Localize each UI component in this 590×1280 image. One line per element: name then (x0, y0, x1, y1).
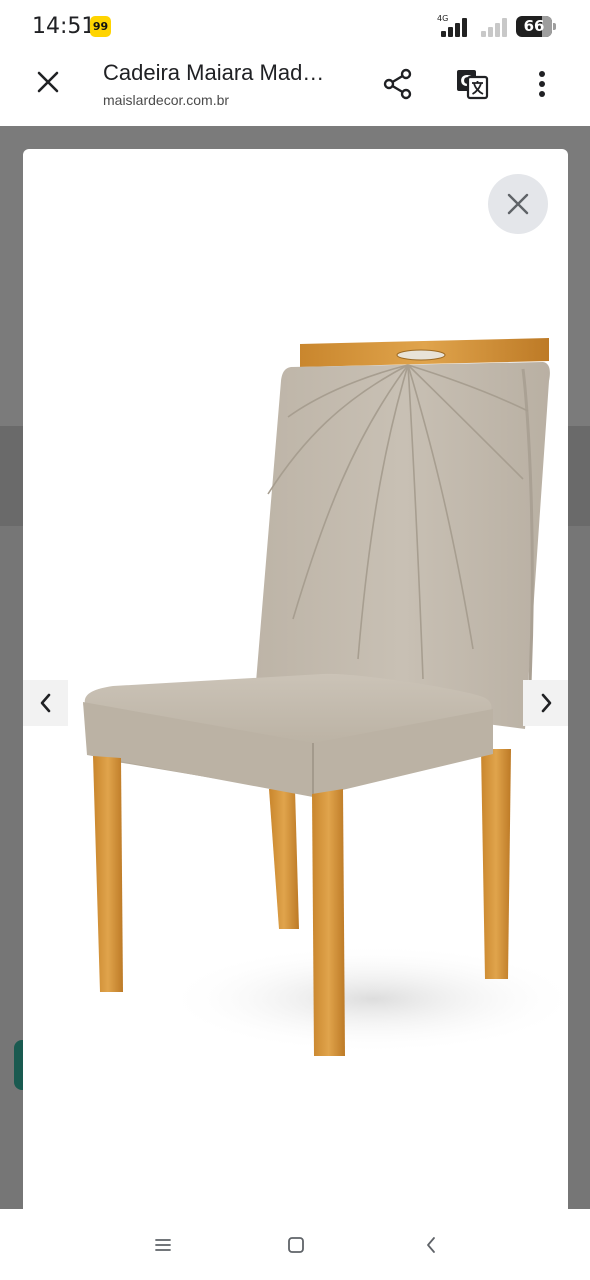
chevron-left-icon (40, 693, 50, 713)
close-tab-button[interactable] (26, 60, 70, 104)
share-button[interactable] (376, 62, 420, 106)
translate-icon: G (457, 70, 489, 100)
battery-icon: 66 (516, 16, 556, 37)
chair-image (83, 338, 568, 1056)
page-title: Cadeira Maiara Mad… (103, 60, 325, 85)
status-bar: 14:51 99 4G 66 (0, 0, 590, 54)
translate-button[interactable]: G (450, 62, 494, 106)
back-button[interactable] (411, 1225, 451, 1265)
home-button[interactable] (276, 1225, 316, 1265)
close-icon (507, 193, 529, 215)
page-domain: maislardecor.com.br (103, 92, 230, 108)
browser-toolbar: Cadeira Maiara Mad… maislardecor.com.br … (0, 54, 590, 126)
next-image-button[interactable] (523, 680, 568, 726)
system-navigation-bar (0, 1209, 590, 1280)
close-icon (37, 71, 59, 93)
viewer-close-button[interactable] (488, 174, 548, 234)
battery-level: 66 (523, 17, 545, 35)
notification-badge-icon: 99 (90, 16, 111, 37)
recents-icon (155, 1239, 171, 1251)
previous-image-button[interactable] (23, 680, 68, 726)
back-icon (427, 1237, 435, 1253)
more-options-button[interactable] (520, 62, 564, 106)
home-icon (288, 1237, 304, 1253)
status-time: 14:51 (32, 14, 96, 39)
signal-strength-icon (441, 17, 471, 37)
recents-button[interactable] (143, 1225, 183, 1265)
more-vert-icon (539, 71, 545, 97)
chevron-right-icon (541, 693, 551, 713)
image-viewer (23, 149, 568, 1209)
signal-strength-sim2-icon (481, 17, 511, 37)
share-icon (383, 68, 412, 100)
